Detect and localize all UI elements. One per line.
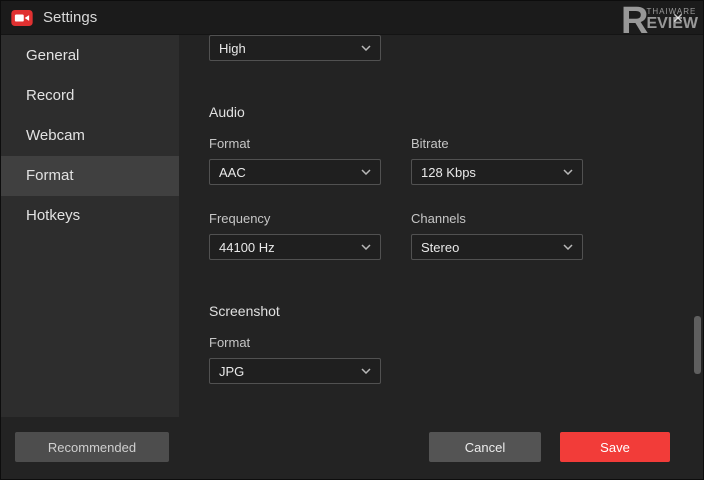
audio-bitrate-value: 128 Kbps — [421, 164, 476, 180]
sidebar-item-webcam[interactable]: Webcam — [1, 116, 179, 156]
app-camera-icon — [11, 9, 33, 26]
audio-channels-dropdown[interactable]: Stereo — [411, 234, 583, 260]
audio-format-dropdown[interactable]: AAC — [209, 159, 381, 185]
chevron-down-icon — [361, 368, 371, 374]
footer-bar: Recommended Cancel Save — [1, 417, 703, 479]
recommended-button[interactable]: Recommended — [15, 432, 169, 462]
audio-channels-label: Channels — [411, 211, 466, 226]
settings-content: High Audio Format AAC Bitrate 128 Kbps F… — [179, 35, 703, 417]
chevron-down-icon — [563, 169, 573, 175]
screenshot-section-title: Screenshot — [209, 303, 280, 319]
sidebar-item-general[interactable]: General — [1, 36, 179, 76]
sidebar-item-hotkeys[interactable]: Hotkeys — [1, 196, 179, 236]
screenshot-format-label: Format — [209, 335, 251, 350]
settings-window: { "titlebar": { "title": "Settings", "cl… — [0, 0, 704, 480]
audio-bitrate-label: Bitrate — [411, 136, 449, 151]
audio-channels-value: Stereo — [421, 239, 460, 255]
chevron-down-icon — [361, 244, 371, 250]
screenshot-format-value: JPG — [219, 363, 245, 379]
quality-dropdown-value: High — [219, 40, 246, 56]
quality-dropdown[interactable]: High — [209, 35, 381, 61]
sidebar-item-record[interactable]: Record — [1, 76, 179, 116]
audio-frequency-label: Frequency — [209, 211, 271, 226]
audio-format-value: AAC — [219, 164, 246, 180]
scrollbar-thumb[interactable] — [694, 316, 701, 374]
titlebar: Settings ✕ — [1, 1, 703, 35]
close-icon[interactable]: ✕ — [663, 1, 693, 35]
audio-bitrate-dropdown[interactable]: 128 Kbps — [411, 159, 583, 185]
audio-section-title: Audio — [209, 104, 245, 120]
screenshot-format-dropdown[interactable]: JPG — [209, 358, 381, 384]
save-button[interactable]: Save — [560, 432, 670, 462]
cancel-button[interactable]: Cancel — [429, 432, 541, 462]
chevron-down-icon — [361, 45, 371, 51]
chevron-down-icon — [563, 244, 573, 250]
sidebar: General Record Webcam Format Hotkeys — [1, 35, 179, 417]
chevron-down-icon — [361, 169, 371, 175]
window-title: Settings — [43, 9, 98, 26]
audio-format-label: Format — [209, 136, 251, 151]
audio-frequency-value: 44100 Hz — [219, 239, 275, 255]
sidebar-item-format[interactable]: Format — [1, 156, 179, 196]
audio-frequency-dropdown[interactable]: 44100 Hz — [209, 234, 381, 260]
